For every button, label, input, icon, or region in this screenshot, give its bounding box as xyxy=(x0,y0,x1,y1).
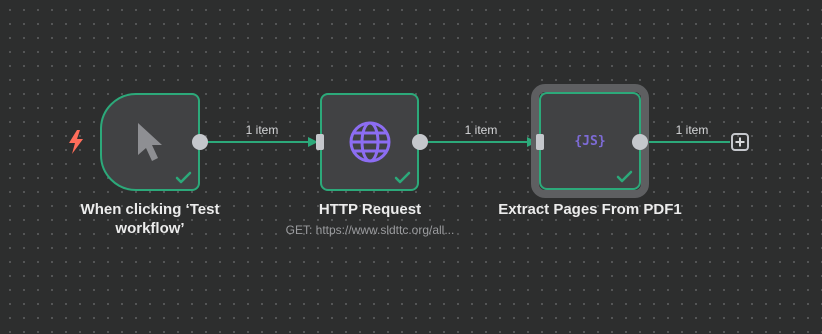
node-title: HTTP Request xyxy=(318,201,422,218)
success-check-icon xyxy=(175,171,192,184)
output-handle[interactable] xyxy=(632,134,648,150)
output-handle[interactable] xyxy=(192,134,208,150)
lightning-bolt-icon xyxy=(69,130,83,154)
success-check-icon xyxy=(394,171,411,184)
add-node-button[interactable] xyxy=(731,133,749,151)
node-extract-pages[interactable]: {JS} xyxy=(539,92,641,190)
edge-http-to-extract[interactable] xyxy=(428,137,537,147)
output-handle[interactable] xyxy=(412,134,428,150)
input-handle[interactable] xyxy=(536,134,544,150)
workflow-canvas[interactable]: 1 item 1 item 1 item When clicking ‘Test… xyxy=(0,0,822,334)
edge-label: 1 item xyxy=(675,123,709,137)
plus-icon xyxy=(735,137,745,147)
node-manual-trigger[interactable] xyxy=(100,93,200,191)
edge-trigger-to-http[interactable] xyxy=(207,137,318,147)
node-title: Extract Pages From PDF1 xyxy=(498,201,682,218)
edge-label: 1 item xyxy=(464,123,498,137)
input-handle[interactable] xyxy=(316,134,324,150)
node-title: When clicking ‘Test workflow’ xyxy=(80,201,220,237)
success-check-icon xyxy=(616,170,633,183)
edge-label: 1 item xyxy=(245,123,279,137)
node-subtitle: GET: https://www.sldttc.org/all... xyxy=(285,223,455,237)
node-http-request[interactable] xyxy=(320,93,419,191)
